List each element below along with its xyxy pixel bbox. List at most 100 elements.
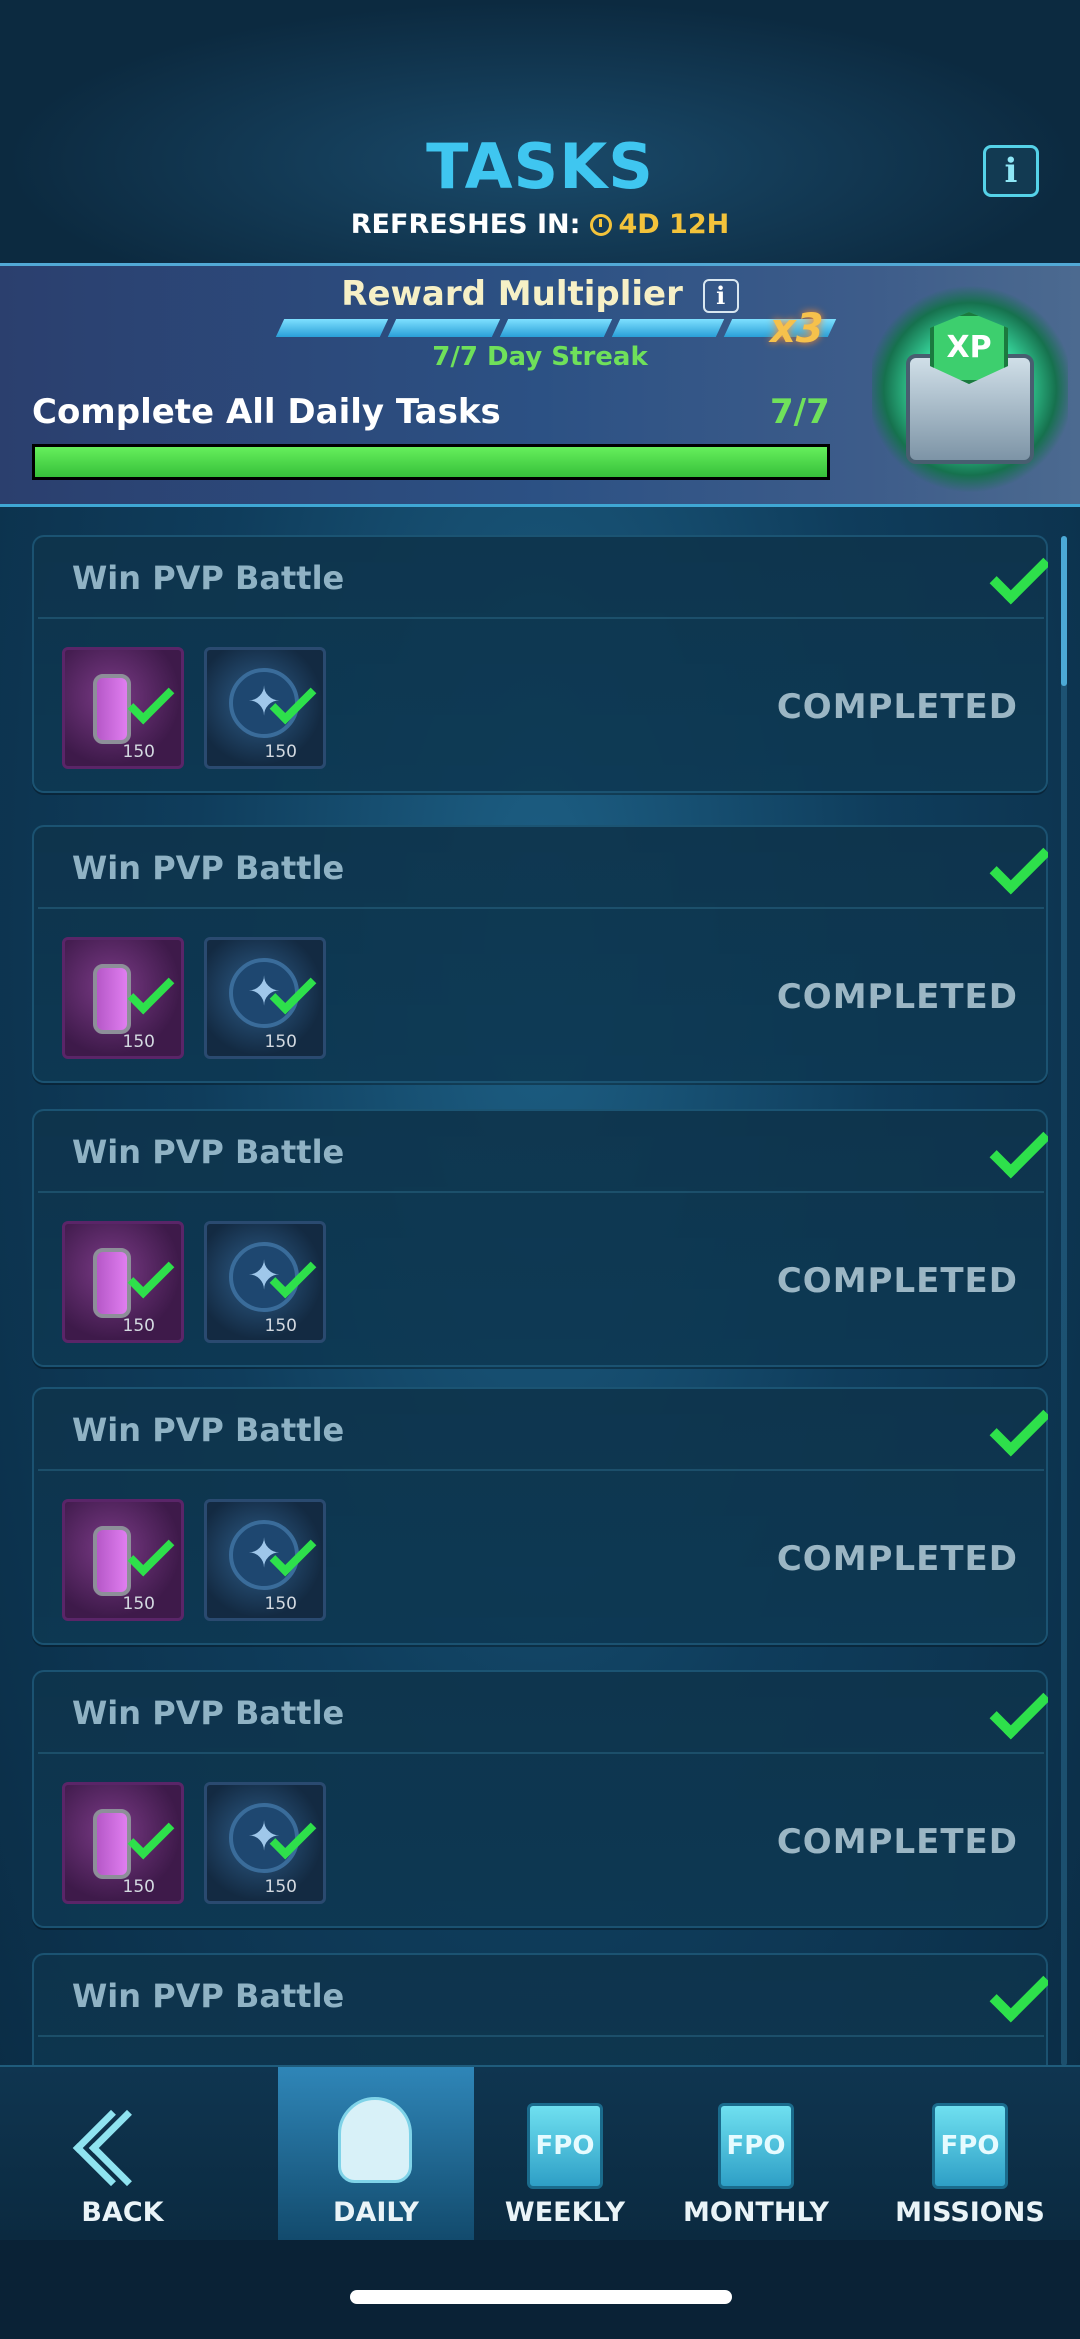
capsule-icon <box>93 964 131 1034</box>
tab-daily-label: DAILY <box>333 2197 419 2228</box>
reward-amount: 150 <box>264 1877 297 1897</box>
task-card[interactable]: Win PVP Battle 150 ✦ 150 COMPLETED <box>32 535 1048 793</box>
reward-amount: 150 <box>264 1594 297 1614</box>
task-status: COMPLETED <box>776 1261 1018 1301</box>
clock-icon <box>590 213 613 236</box>
streak-segment <box>611 319 725 337</box>
reward-fuel-capsule[interactable]: 150 <box>62 1782 184 1904</box>
reward-multiplier-label: Reward Multiplier <box>341 274 683 314</box>
task-name: Win PVP Battle <box>72 1694 345 1732</box>
scrollbar-track[interactable] <box>1061 536 1067 2066</box>
task-complete-check-icon <box>989 543 1048 605</box>
reward-claimed-check-icon <box>127 677 175 725</box>
xp-chest-icon[interactable]: XP <box>872 284 1068 494</box>
task-status: COMPLETED <box>776 977 1018 1017</box>
task-name: Win PVP Battle <box>72 849 345 887</box>
helmet-icon <box>338 2097 412 2183</box>
task-divider <box>38 617 1044 619</box>
reward-amount: 150 <box>264 742 297 762</box>
reward-fuel-capsule[interactable]: 150 <box>62 1221 184 1343</box>
nav-back-label: BACK <box>81 2197 164 2228</box>
task-complete-check-icon <box>989 1117 1048 1179</box>
task-name: Win PVP Battle <box>72 559 345 597</box>
reward-claimed-check-icon <box>127 1251 175 1299</box>
tab-missions[interactable]: FPO MISSIONS <box>870 2067 1070 2242</box>
capsule-icon <box>93 674 131 744</box>
reward-claimed-check-icon <box>127 967 175 1015</box>
refresh-time-value: 4D 12H <box>618 209 730 240</box>
nav-back-button[interactable]: BACK <box>0 2067 245 2242</box>
streak-segment <box>387 319 501 337</box>
reward-star-coin[interactable]: ✦ 150 <box>204 647 326 769</box>
reward-star-coin[interactable]: ✦ 150 <box>204 1782 326 1904</box>
task-status: COMPLETED <box>776 1822 1018 1862</box>
task-divider <box>38 1469 1044 1471</box>
reward-amount: 150 <box>122 1316 155 1336</box>
placeholder-icon: FPO <box>527 2103 603 2189</box>
reward-star-coin[interactable]: ✦ 150 <box>204 937 326 1059</box>
task-card[interactable]: Win PVP Battle 150 ✦ 150 COMPLETED <box>32 825 1048 1083</box>
reward-multiplier-banner: Reward Multiplier i x3 7/7 Day Streak Co… <box>0 263 1080 507</box>
back-chevron-icon <box>70 2103 166 2193</box>
info-button[interactable]: i <box>983 145 1039 197</box>
task-divider <box>38 2035 1044 2037</box>
task-name: Win PVP Battle <box>72 1411 345 1449</box>
streak-segment <box>499 319 613 337</box>
task-list[interactable]: Win PVP Battle 150 ✦ 150 COMPLETED Win PVP Ba… <box>32 535 1048 2065</box>
task-card[interactable]: Win PVP Battle <box>32 1953 1048 2065</box>
daily-complete-label: Complete All Daily Tasks <box>32 392 501 432</box>
placeholder-icon: FPO <box>932 2103 1008 2189</box>
task-status: COMPLETED <box>776 687 1018 727</box>
reward-amount: 150 <box>264 1032 297 1052</box>
tab-weekly[interactable]: FPO WEEKLY <box>474 2067 656 2242</box>
task-name: Win PVP Battle <box>72 1977 345 2015</box>
reward-amount: 150 <box>122 1877 155 1897</box>
streak-progress <box>275 319 837 337</box>
daily-progress-fill <box>35 447 827 477</box>
reward-amount: 150 <box>122 742 155 762</box>
task-status: COMPLETED <box>776 1539 1018 1579</box>
reward-amount: 150 <box>122 1032 155 1052</box>
reward-fuel-capsule[interactable]: 150 <box>62 937 184 1059</box>
task-complete-check-icon <box>989 1961 1048 2023</box>
reward-amount: 150 <box>122 1594 155 1614</box>
refresh-time: 4D 12H <box>590 209 729 240</box>
refresh-timer: REFRESHES IN: 4D 12H <box>351 209 729 240</box>
daily-complete-count: 7/7 <box>770 392 830 432</box>
task-name: Win PVP Battle <box>72 1133 345 1171</box>
reward-fuel-capsule[interactable]: 150 <box>62 647 184 769</box>
tab-daily[interactable]: DAILY <box>278 2067 474 2242</box>
tab-missions-label: MISSIONS <box>895 2197 1045 2228</box>
daily-progress-bar <box>32 444 830 480</box>
reward-star-coin[interactable]: ✦ 150 <box>204 1499 326 1621</box>
tab-weekly-label: WEEKLY <box>504 2197 626 2228</box>
task-complete-check-icon <box>989 833 1048 895</box>
bottom-nav: BACK DAILY FPO WEEKLY FPO MONTHLY FPO MI… <box>0 2065 1080 2242</box>
header: TASKS REFRESHES IN: 4D 12H <box>0 130 1080 240</box>
page-title: TASKS <box>426 130 654 203</box>
home-indicator[interactable] <box>350 2290 732 2304</box>
reward-info-button[interactable]: i <box>702 278 739 313</box>
task-complete-check-icon <box>989 1678 1048 1740</box>
reward-claimed-check-icon <box>127 1529 175 1577</box>
task-card[interactable]: Win PVP Battle 150 ✦ 150 COMPLETED <box>32 1387 1048 1645</box>
capsule-icon <box>93 1526 131 1596</box>
tab-monthly-label: MONTHLY <box>683 2197 829 2228</box>
scrollbar-thumb[interactable] <box>1061 536 1067 686</box>
capsule-icon <box>93 1248 131 1318</box>
refresh-label: REFRESHES IN: <box>350 209 581 240</box>
reward-star-coin[interactable]: ✦ 150 <box>204 1221 326 1343</box>
reward-claimed-check-icon <box>127 1812 175 1860</box>
streak-segment <box>275 319 389 337</box>
reward-amount: 150 <box>264 1316 297 1336</box>
capsule-icon <box>93 1809 131 1879</box>
reward-fuel-capsule[interactable]: 150 <box>62 1499 184 1621</box>
task-card[interactable]: Win PVP Battle 150 ✦ 150 COMPLETED <box>32 1670 1048 1928</box>
task-divider <box>38 907 1044 909</box>
task-divider <box>38 1752 1044 1754</box>
task-complete-check-icon <box>989 1395 1048 1457</box>
task-card[interactable]: Win PVP Battle 150 ✦ 150 COMPLETED <box>32 1109 1048 1367</box>
tab-monthly[interactable]: FPO MONTHLY <box>656 2067 856 2242</box>
placeholder-icon: FPO <box>718 2103 794 2189</box>
task-divider <box>38 1191 1044 1193</box>
